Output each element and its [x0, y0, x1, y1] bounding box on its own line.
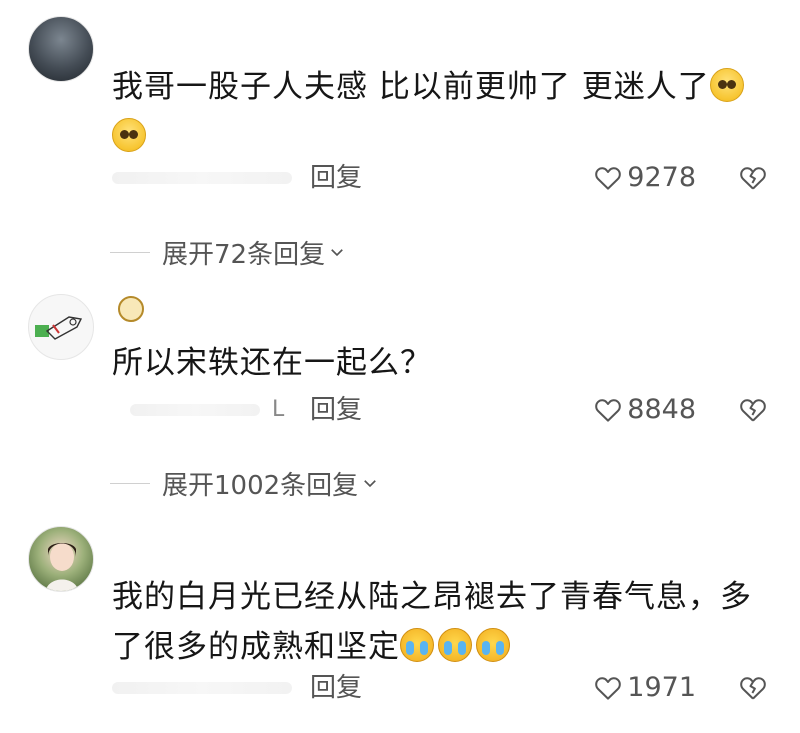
- chevron-down-icon: [331, 249, 343, 257]
- crying-face-icon: [476, 628, 510, 662]
- blurred-username: [130, 404, 260, 416]
- like-button[interactable]: 9278: [593, 158, 696, 198]
- heart-icon: [595, 677, 622, 700]
- comment-body: 我哥一股子人夫感 比以前更帅了 更迷人了: [112, 69, 710, 105]
- like-count: 1971: [627, 672, 696, 703]
- dislike-broken-heart-icon[interactable]: [738, 395, 768, 425]
- chevron-down-icon: [364, 480, 377, 488]
- reply-button[interactable]: 回复: [310, 390, 362, 430]
- divider-line: [110, 251, 150, 253]
- pleading-face-icon: [709, 68, 744, 102]
- like-button[interactable]: 1971: [593, 668, 696, 708]
- dislike-broken-heart-icon[interactable]: [738, 673, 768, 703]
- comment-meta-row: 回复 1971: [0, 668, 800, 708]
- comment-text: 我哥一股子人夫感 比以前更帅了 更迷人了: [112, 62, 762, 162]
- expand-replies-button[interactable]: 展开72条回复: [110, 232, 346, 272]
- avatar-illustration: [45, 543, 79, 591]
- expand-replies-label: 展开72条回复: [162, 239, 326, 270]
- like-count: 8848: [627, 394, 696, 425]
- comment-body: 所以宋轶还在一起么？: [112, 345, 432, 381]
- avatar[interactable]: [28, 16, 94, 82]
- crying-face-icon: [438, 628, 472, 662]
- like-count: 9278: [627, 162, 696, 193]
- comment-text: 我的白月光已经从陆之昂褪去了青春气息，多了很多的成熟和坚定: [112, 572, 762, 672]
- user-badge-icon: [118, 296, 144, 322]
- heart-icon: [595, 167, 622, 190]
- avatar-illustration: [35, 316, 83, 340]
- blurred-username: [112, 172, 292, 184]
- expand-replies-label: 展开1002条回复: [162, 470, 359, 501]
- comment-meta-row: L 回复 8848: [0, 390, 800, 430]
- heart-icon: [595, 399, 622, 422]
- comment-meta-row: 回复 9278: [0, 158, 800, 198]
- reply-button[interactable]: 回复: [310, 668, 362, 708]
- avatar[interactable]: [28, 526, 94, 592]
- crying-face-icon: [400, 628, 434, 662]
- expand-replies-button[interactable]: 展开1002条回复: [110, 463, 379, 503]
- like-button[interactable]: 8848: [593, 390, 696, 430]
- blurred-username: [112, 682, 292, 694]
- pleading-face-icon: [112, 118, 146, 152]
- reply-button[interactable]: 回复: [310, 158, 362, 198]
- comment-text: 所以宋轶还在一起么？: [112, 338, 762, 388]
- divider-line: [110, 482, 150, 484]
- avatar[interactable]: [28, 294, 94, 360]
- username-fragment: L: [272, 397, 285, 422]
- dislike-broken-heart-icon[interactable]: [738, 163, 768, 193]
